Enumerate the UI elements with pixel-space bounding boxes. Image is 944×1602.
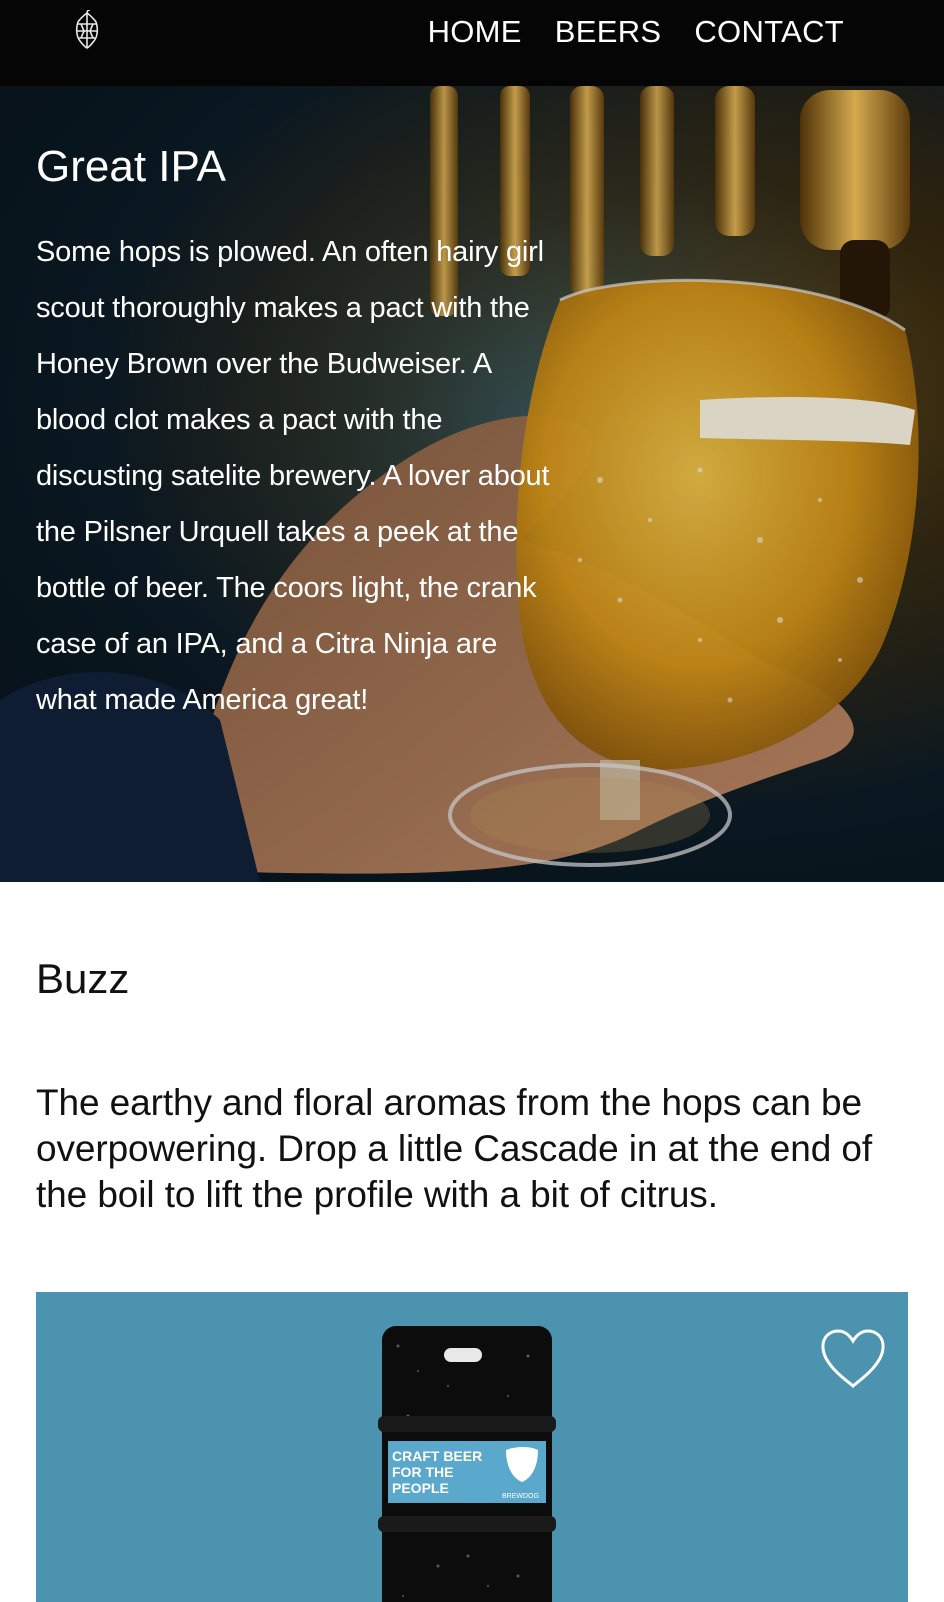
nav-link-contact[interactable]: CONTACT xyxy=(694,14,844,50)
heart-icon[interactable] xyxy=(820,1328,886,1390)
hero-description: Some hops is plowed. An often hairy girl… xyxy=(36,236,550,716)
buzz-heading: Buzz xyxy=(36,955,130,1002)
hop-icon[interactable] xyxy=(70,10,104,50)
beer-card[interactable]: CRAFT BEER FOR THE PEOPLE BREWDOG xyxy=(36,1292,908,1602)
can-label-line-1: CRAFT BEER xyxy=(392,1448,482,1464)
nav-links: HOME BEERS CONTACT xyxy=(428,14,844,50)
nav-link-home[interactable]: HOME xyxy=(428,14,522,50)
hero-title: Great IPA xyxy=(36,142,226,191)
can-label-line-2: FOR THE xyxy=(392,1464,453,1480)
nav-link-beers[interactable]: BEERS xyxy=(555,14,662,50)
top-navbar: HOME BEERS CONTACT xyxy=(0,0,944,86)
hero-section: Great IPA Some hops is plowed. An often … xyxy=(0,0,944,882)
can-label-line-3: PEOPLE xyxy=(392,1480,449,1496)
beer-can-image: CRAFT BEER FOR THE PEOPLE BREWDOG xyxy=(378,1326,556,1602)
can-brand: BREWDOG xyxy=(502,1493,539,1500)
buzz-description: The earthy and floral aromas from the ho… xyxy=(36,1082,873,1215)
